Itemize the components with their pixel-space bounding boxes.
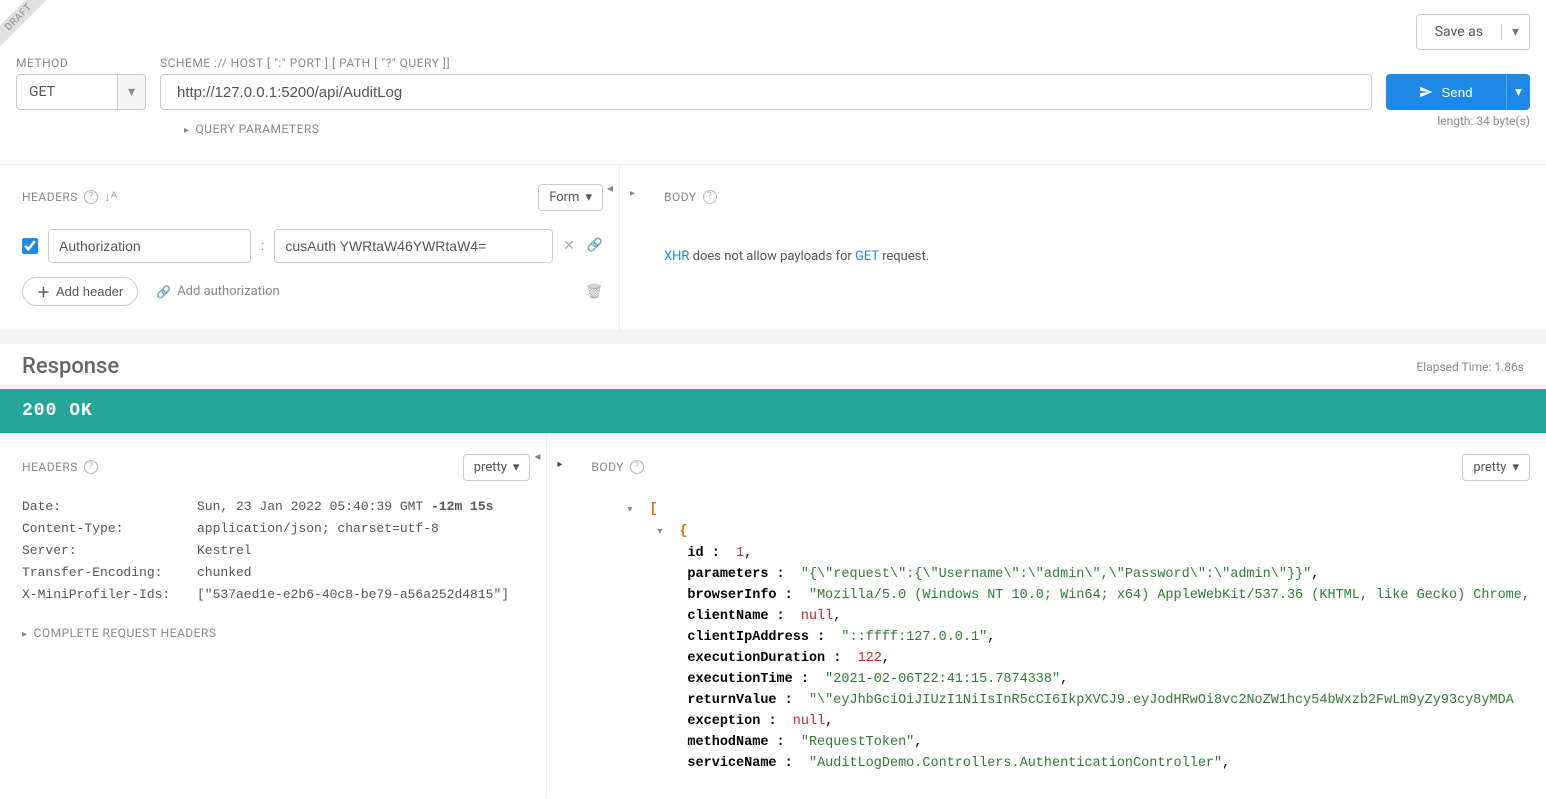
complete-request-headers-toggle[interactable]: COMPLETE REQUEST HEADERS: [22, 626, 530, 640]
save-as-button[interactable]: Save as ▾: [1416, 14, 1530, 50]
trash-icon[interactable]: 🗑: [585, 284, 603, 300]
method-caret-icon[interactable]: ▾: [117, 75, 145, 109]
caret-down-icon: ▾: [1512, 460, 1519, 475]
save-as-label: Save as: [1417, 24, 1501, 40]
header-enable-checkbox[interactable]: [22, 238, 38, 254]
collapse-left-icon[interactable]: ◂: [607, 181, 613, 195]
response-title: Response: [22, 354, 119, 379]
add-header-button[interactable]: ＋ Add header: [22, 277, 138, 306]
chevron-right-icon: [184, 122, 190, 136]
header-value-input[interactable]: [274, 229, 553, 263]
add-authorization-button[interactable]: 🔗 Add authorization: [156, 284, 279, 299]
collapse-icon[interactable]: ▾: [627, 500, 641, 521]
collapse-left-icon[interactable]: ◂: [534, 449, 540, 463]
headers-label: HEADERS: [22, 190, 78, 204]
caret-down-icon: ▾: [585, 190, 592, 205]
url-length-text: length: 34 byte(s): [1372, 114, 1530, 144]
url-label: SCHEME :// HOST [ ":" PORT ] [ PATH [ "?…: [160, 56, 1372, 70]
send-label: Send: [1441, 85, 1472, 100]
method-value: GET: [17, 84, 117, 100]
help-icon[interactable]: ?: [84, 190, 98, 204]
header-link-icon[interactable]: 🔗: [587, 238, 603, 254]
status-bar: 200 OK: [0, 389, 1546, 433]
response-headers-label: HEADERS: [22, 460, 78, 474]
body-message: XHR does not allow payloads for GET requ…: [664, 229, 1530, 264]
send-button[interactable]: Send ▾: [1386, 74, 1530, 110]
chevron-right-icon: [22, 626, 28, 640]
method-label: METHOD: [16, 56, 146, 70]
help-icon[interactable]: ?: [84, 460, 98, 474]
url-input[interactable]: [160, 74, 1372, 110]
send-icon: [1419, 85, 1433, 99]
response-headers-table: Date:Sun, 23 Jan 2022 05:40:39 GMT -12m …: [22, 499, 530, 602]
save-as-caret-icon[interactable]: ▾: [1501, 24, 1529, 40]
expand-right-icon[interactable]: [557, 455, 562, 471]
xhr-link[interactable]: XHR: [664, 249, 689, 264]
response-body-json: ▾ [ ▾ { id : 1, parameters : "{\"request…: [591, 499, 1530, 774]
method-select[interactable]: GET ▾: [16, 74, 146, 110]
help-icon[interactable]: ?: [703, 190, 717, 204]
response-body-label: BODY: [591, 460, 624, 474]
elapsed-time: Elapsed Time: 1.86s: [1416, 360, 1524, 374]
headers-form-toggle[interactable]: Form ▾: [538, 184, 603, 211]
send-caret-icon[interactable]: ▾: [1506, 74, 1530, 110]
query-parameters-label: QUERY PARAMETERS: [196, 122, 320, 136]
link-icon: 🔗: [156, 285, 171, 299]
pretty-toggle[interactable]: pretty ▾: [463, 454, 531, 481]
plus-icon: ＋: [37, 282, 50, 301]
caret-down-icon: ▾: [513, 460, 520, 475]
header-row: : ✕ 🔗: [22, 229, 603, 263]
remove-header-icon[interactable]: ✕: [563, 238, 575, 254]
get-link[interactable]: GET: [855, 249, 879, 264]
collapse-icon[interactable]: ▾: [657, 522, 671, 543]
help-icon[interactable]: ?: [630, 460, 644, 474]
body-label: BODY: [664, 190, 697, 204]
sort-icon[interactable]: ↓ᴬ: [104, 189, 117, 205]
query-parameters-toggle[interactable]: QUERY PARAMETERS: [160, 114, 1372, 144]
body-pretty-toggle[interactable]: pretty ▾: [1462, 454, 1530, 481]
header-name-input[interactable]: [48, 229, 251, 263]
expand-right-icon[interactable]: [630, 185, 635, 199]
